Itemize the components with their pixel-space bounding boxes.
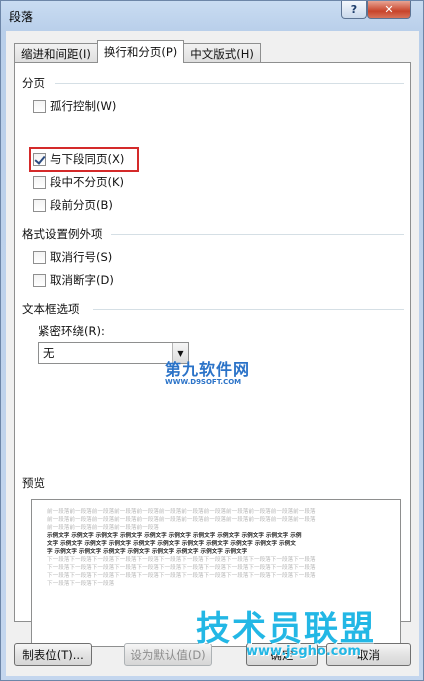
textbox-options-divider bbox=[93, 309, 404, 310]
tab-indents-spacing[interactable]: 缩进和间距(I) bbox=[14, 43, 98, 63]
tight-wrap-value: 无 bbox=[43, 346, 55, 360]
preview-before-line: 前一段落前一段落前一段落前一段落前一段落前一段落前一段落前一段落前一段落前一段落… bbox=[47, 517, 316, 523]
preview-box: 前一段落前一段落前一段落前一段落前一段落前一段落前一段落前一段落前一段落前一段落… bbox=[31, 499, 401, 647]
suppress-line-numbers-option[interactable]: 取消行号(S) bbox=[33, 249, 112, 265]
page-break-before-checkbox[interactable] bbox=[33, 198, 46, 212]
widow-control-label: 孤行控制(W) bbox=[50, 99, 117, 113]
preview-before-line: 前一段落前一段落前一段落前一段落前一段落前一段落前一段落前一段落前一段落前一段落… bbox=[47, 509, 316, 515]
pagination-group-title: 分页 bbox=[22, 76, 45, 90]
highlight-box bbox=[29, 147, 139, 172]
preview-sample-line: 字 示例文字 示例文字 示例文字 示例文字 示例文字 示例文字 示例文字 示例文… bbox=[47, 549, 248, 555]
preview-after-line: 下一段落下一段落下一段落 bbox=[47, 581, 115, 587]
widow-control-checkbox[interactable] bbox=[33, 99, 46, 113]
preview-after-line: 下一段落下一段落下一段落下一段落下一段落下一段落下一段落下一段落下一段落下一段落… bbox=[47, 557, 316, 563]
cancel-button[interactable]: 取消 bbox=[326, 643, 411, 666]
tab-strip: 缩进和间距(I) 换行和分页(P) 中文版式(H) bbox=[14, 40, 261, 63]
keep-lines-together-option[interactable]: 段中不分页(K) bbox=[33, 174, 124, 190]
suppress-line-numbers-checkbox[interactable] bbox=[33, 250, 46, 264]
help-button[interactable]: ? bbox=[341, 1, 367, 19]
widow-control-option[interactable]: 孤行控制(W) bbox=[33, 98, 116, 114]
set-default-button[interactable]: 设为默认值(D) bbox=[124, 643, 212, 666]
dont-hyphenate-checkbox[interactable] bbox=[33, 273, 46, 287]
tight-wrap-label: 紧密环绕(R): bbox=[38, 324, 105, 338]
logo-main-text: 第九软件网 bbox=[165, 360, 251, 379]
preview-after-line: 下一段落下一段落下一段落下一段落下一段落下一段落下一段落下一段落下一段落下一段落… bbox=[47, 565, 316, 571]
textbox-options-title: 文本框选项 bbox=[22, 302, 80, 316]
tab-asian-typography[interactable]: 中文版式(H) bbox=[183, 43, 261, 63]
pagination-divider bbox=[55, 83, 404, 84]
dialog-title: 段落 bbox=[9, 10, 34, 24]
site-logo: 第九软件网 WWW.D9SOFT.COM bbox=[165, 356, 275, 386]
preview-before-line: 前一段落前一段落前一段落前一段落前一段落 bbox=[47, 525, 159, 531]
tabs-button[interactable]: 制表位(T)... bbox=[14, 643, 92, 666]
format-exceptions-divider bbox=[111, 234, 404, 235]
preview-title: 预览 bbox=[22, 476, 45, 490]
dont-hyphenate-label: 取消断字(D) bbox=[50, 273, 114, 287]
tab-line-page-breaks[interactable]: 换行和分页(P) bbox=[96, 40, 185, 63]
help-icon: ? bbox=[350, 3, 358, 16]
preview-after-line: 下一段落下一段落下一段落下一段落下一段落下一段落下一段落下一段落下一段落下一段落… bbox=[47, 573, 316, 579]
ok-button[interactable]: 确定 bbox=[246, 643, 318, 666]
close-icon: ✕ bbox=[384, 3, 394, 16]
preview-content: 前一段落前一段落前一段落前一段落前一段落前一段落前一段落前一段落前一段落前一段落… bbox=[47, 508, 387, 588]
format-exceptions-title: 格式设置例外项 bbox=[22, 227, 103, 241]
title-bar[interactable]: 段落 ? ✕ bbox=[1, 1, 423, 31]
keep-lines-together-label: 段中不分页(K) bbox=[50, 175, 125, 189]
dont-hyphenate-option[interactable]: 取消断字(D) bbox=[33, 272, 114, 288]
keep-lines-together-checkbox[interactable] bbox=[33, 175, 46, 189]
dialog-body: 缩进和间距(I) 换行和分页(P) 中文版式(H) 分页 孤行控制(W) 与下段… bbox=[6, 31, 419, 676]
page-break-before-label: 段前分页(B) bbox=[50, 198, 113, 212]
paragraph-dialog: 段落 ? ✕ 缩进和间距(I) 换行和分页(P) 中文版式(H) 分页 孤行控制… bbox=[0, 0, 424, 681]
tab-panel: 分页 孤行控制(W) 与下段同页(X) 段中不分页(K) 段前分页(B) 格式设… bbox=[14, 62, 411, 647]
preview-sample-line: 文字 示例文字 示例文字 示例文字 示例文字 示例文字 示例文字 示例文字 示例… bbox=[47, 541, 296, 547]
preview-sample-line: 示例文字 示例文字 示例文字 示例文字 示例文字 示例文字 示例文字 示例文字 … bbox=[47, 533, 302, 539]
page-break-before-option[interactable]: 段前分页(B) bbox=[33, 197, 113, 213]
close-button[interactable]: ✕ bbox=[367, 1, 411, 19]
logo-sub-text: WWW.D9SOFT.COM bbox=[165, 378, 242, 386]
suppress-line-numbers-label: 取消行号(S) bbox=[50, 250, 113, 264]
